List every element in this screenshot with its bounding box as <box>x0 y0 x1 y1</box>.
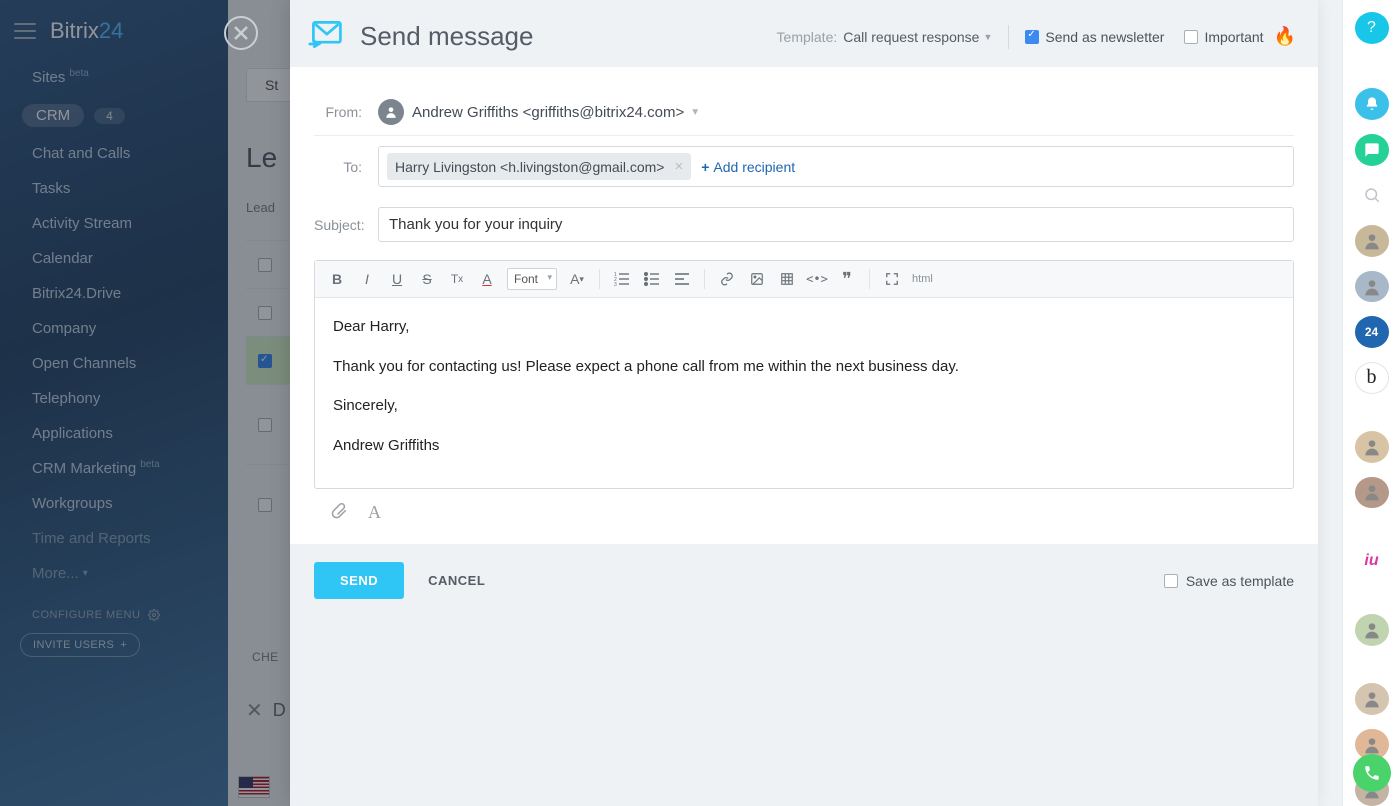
bitrix24-app-icon[interactable]: 24 <box>1355 316 1389 348</box>
call-button[interactable] <box>1353 754 1391 792</box>
close-modal-button[interactable] <box>224 16 258 50</box>
template-label: Template: <box>777 29 838 45</box>
template-dropdown[interactable]: Call request response ▼ <box>843 29 992 45</box>
remove-chip-icon[interactable]: × <box>674 158 683 175</box>
mail-send-icon <box>308 20 344 53</box>
unordered-list-button[interactable] <box>638 266 666 292</box>
to-label: To: <box>314 159 378 175</box>
modal-overlay[interactable] <box>0 0 290 806</box>
underline-button[interactable]: U <box>383 266 411 292</box>
body-line: Dear Harry, <box>333 314 1275 340</box>
align-button[interactable] <box>668 266 696 292</box>
help-button[interactable]: ? <box>1355 12 1389 44</box>
text-format-icon[interactable]: A <box>368 502 381 523</box>
table-button[interactable] <box>773 266 801 292</box>
chevron-down-icon: ▼ <box>983 32 992 42</box>
bold-button[interactable]: B <box>323 266 351 292</box>
send-as-newsletter-checkbox[interactable]: Send as newsletter <box>1025 29 1164 45</box>
image-button[interactable] <box>743 266 771 292</box>
code-button[interactable]: <•> <box>803 266 831 292</box>
to-field[interactable]: Harry Livingston <h.livingston@gmail.com… <box>378 146 1294 187</box>
checkbox-on-icon <box>1025 30 1039 44</box>
send-button[interactable]: SEND <box>314 562 404 599</box>
important-checkbox[interactable]: Important 🔥 <box>1184 26 1296 47</box>
rail-search-button[interactable] <box>1355 180 1389 212</box>
flame-icon: 🔥 <box>1274 26 1296 47</box>
fullscreen-button[interactable] <box>878 266 906 292</box>
right-rail: ? 24 b iu <box>1342 0 1400 806</box>
editor-toolbar: B I U S Tx A Font A▾ 123 <box>315 261 1293 298</box>
save-as-template-checkbox[interactable]: Save as template <box>1164 573 1294 589</box>
strike-button[interactable]: S <box>413 266 441 292</box>
svg-text:3: 3 <box>614 282 617 286</box>
subscript-button[interactable]: Tx <box>443 266 471 292</box>
plus-icon: + <box>701 159 709 175</box>
recipient-chip[interactable]: Harry Livingston <h.livingston@gmail.com… <box>387 153 691 180</box>
font-size-button[interactable]: A▾ <box>563 266 591 292</box>
rail-avatar[interactable] <box>1355 683 1389 715</box>
ordered-list-button[interactable]: 123 <box>608 266 636 292</box>
rail-avatar[interactable] <box>1355 477 1389 509</box>
from-value[interactable]: Andrew Griffiths <griffiths@bitrix24.com… <box>412 104 684 121</box>
cancel-button[interactable]: CANCEL <box>428 573 485 588</box>
font-family-select[interactable]: Font <box>507 268 557 290</box>
html-mode-button[interactable]: html <box>908 273 937 285</box>
notifications-button[interactable] <box>1355 88 1389 120</box>
checkbox-off-icon <box>1164 574 1178 588</box>
rail-avatar[interactable] <box>1355 614 1389 646</box>
rail-avatar[interactable] <box>1355 431 1389 463</box>
quote-button[interactable]: ❞ <box>833 266 861 292</box>
messenger-button[interactable] <box>1355 134 1389 166</box>
b-app-icon[interactable]: b <box>1355 362 1389 394</box>
checkbox-off-icon <box>1184 30 1198 44</box>
iu-app-icon[interactable]: iu <box>1355 545 1389 577</box>
link-button[interactable] <box>713 266 741 292</box>
italic-button[interactable]: I <box>353 266 381 292</box>
subject-input[interactable] <box>378 207 1294 242</box>
modal-title: Send message <box>360 21 533 52</box>
rich-text-editor: B I U S Tx A Font A▾ 123 <box>314 260 1294 489</box>
body-line: Thank you for contacting us! Please expe… <box>333 354 1275 380</box>
body-line: Sincerely, <box>333 393 1275 419</box>
add-recipient-link[interactable]: + Add recipient <box>701 159 795 175</box>
subject-label: Subject: <box>314 217 378 233</box>
font-color-button[interactable]: A <box>473 266 501 292</box>
rail-avatar[interactable] <box>1355 271 1389 303</box>
attach-file-icon[interactable] <box>330 501 348 524</box>
rail-avatar[interactable] <box>1355 225 1389 257</box>
chevron-down-icon[interactable]: ▼ <box>690 107 700 118</box>
send-message-modal: Send message Template: Call request resp… <box>290 0 1318 806</box>
editor-body[interactable]: Dear Harry, Thank you for contacting us!… <box>315 298 1293 488</box>
sender-avatar-icon <box>378 99 404 125</box>
body-line: Andrew Griffiths <box>333 433 1275 459</box>
from-label: From: <box>314 104 378 120</box>
